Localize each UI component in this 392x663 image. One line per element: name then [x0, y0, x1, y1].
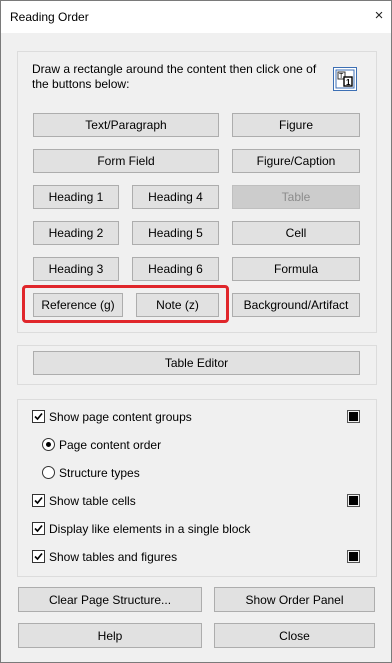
close-button[interactable]: Close	[214, 623, 375, 648]
heading-5-button[interactable]: Heading 5	[132, 221, 219, 245]
heading-3-button[interactable]: Heading 3	[33, 257, 119, 281]
page-content-groups-color-swatch[interactable]	[347, 410, 360, 423]
table-editor-button[interactable]: Table Editor	[33, 351, 360, 375]
structure-types-radio[interactable]	[42, 466, 55, 479]
help-button[interactable]: Help	[18, 623, 202, 648]
show-table-cells-label: Show table cells	[49, 494, 136, 508]
draw-region-icon[interactable]: T 1	[333, 67, 357, 91]
show-order-panel-button[interactable]: Show Order Panel	[214, 587, 375, 612]
show-table-cells-checkbox[interactable]	[32, 494, 45, 507]
display-like-elements-checkbox[interactable]	[32, 522, 45, 535]
figure-button[interactable]: Figure	[232, 113, 360, 137]
close-icon[interactable]: ×	[371, 8, 387, 24]
reading-order-dialog: Reading Order × Draw a rectangle around …	[0, 0, 392, 663]
dialog-title: Reading Order	[10, 10, 89, 24]
page-content-order-radio[interactable]	[42, 438, 55, 451]
show-tables-and-figures-checkbox[interactable]	[32, 550, 45, 563]
instructions-text: Draw a rectangle around the content then…	[32, 62, 317, 91]
display-like-elements-label: Display like elements in a single block	[49, 522, 251, 536]
heading-2-button[interactable]: Heading 2	[33, 221, 119, 245]
form-field-button[interactable]: Form Field	[33, 149, 219, 173]
show-page-content-groups-label: Show page content groups	[49, 410, 192, 424]
tables-and-figures-color-swatch[interactable]	[347, 550, 360, 563]
show-tables-and-figures-label: Show tables and figures	[49, 550, 178, 564]
structure-types-label: Structure types	[59, 466, 140, 480]
title-bar: Reading Order ×	[1, 1, 391, 33]
background-artifact-button[interactable]: Background/Artifact	[232, 293, 360, 317]
formula-button[interactable]: Formula	[232, 257, 360, 281]
text-paragraph-button[interactable]: Text/Paragraph	[33, 113, 219, 137]
highlight-box	[22, 285, 229, 323]
table-cells-color-swatch[interactable]	[347, 494, 360, 507]
svg-text:1: 1	[346, 78, 351, 87]
show-page-content-groups-checkbox[interactable]	[32, 410, 45, 423]
clear-page-structure-button[interactable]: Clear Page Structure...	[18, 587, 202, 612]
cell-button[interactable]: Cell	[232, 221, 360, 245]
heading-6-button[interactable]: Heading 6	[132, 257, 219, 281]
heading-1-button[interactable]: Heading 1	[33, 185, 119, 209]
table-button[interactable]: Table	[232, 185, 360, 209]
svg-text:T: T	[339, 73, 344, 80]
page-content-order-label: Page content order	[59, 438, 162, 452]
heading-4-button[interactable]: Heading 4	[132, 185, 219, 209]
figure-caption-button[interactable]: Figure/Caption	[232, 149, 360, 173]
